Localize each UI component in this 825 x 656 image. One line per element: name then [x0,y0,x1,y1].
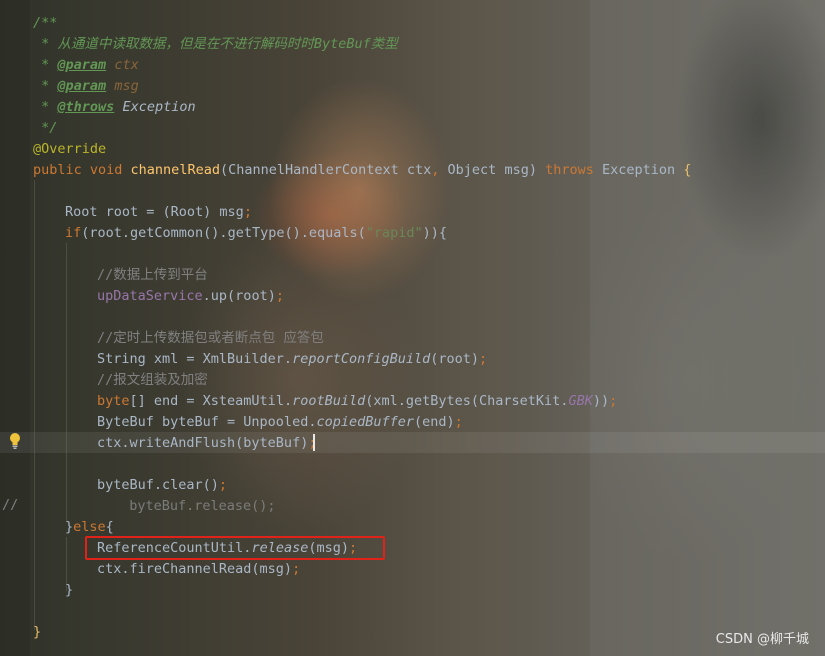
lightbulb-icon[interactable] [8,432,22,450]
code-token: ; [243,204,252,220]
indent-guide [34,180,35,630]
code-token: Exception [602,162,684,178]
code-token: GBK [568,393,593,409]
code-token: { [683,162,692,178]
code-line[interactable]: ctx.writeAndFlush(byteBuf); [97,433,316,454]
code-token: (root) [430,351,480,367]
code-token: (root.getCommon().getType().equals( [81,225,366,241]
indent-guide [66,243,67,521]
code-token: void [89,162,131,178]
code-line[interactable]: byteBuf.clear(); [97,475,227,496]
code-line[interactable]: * @param msg [33,76,139,97]
code-token: String xml = XmlBuilder. [97,351,293,367]
code-token: channelRead [130,162,220,178]
editor-background-overlay [590,0,825,656]
editor-gutter [0,0,30,656]
code-token: ; [292,561,301,577]
watermark-text: CSDN @柳千城 [715,632,809,647]
code-token: //报文组装及加密 [97,372,208,388]
code-token: } [65,519,74,535]
code-token: ByteBuf [313,36,371,52]
code-token: Root root = (Root) msg [65,204,244,220]
code-token: else [73,519,106,535]
line-comment-marker: // [2,497,19,513]
text-caret [313,434,315,451]
code-token: @throws [57,99,115,115]
code-token: reportConfigBuild [292,351,431,367]
code-token: copiedBuffer [316,414,414,430]
code-token: @param [57,57,107,73]
code-token: byte [97,393,130,409]
code-line[interactable]: upDataService.up(root); [97,286,284,307]
code-token: ; [218,477,228,493]
code-token: * [33,78,58,94]
code-token: //定时上传数据包或者断点包 应答包 [97,330,324,346]
code-editor[interactable]: /** * 从通道中读取数据，但是在不进行解码时时ByteBuf类型 * @pa… [0,0,825,656]
code-line[interactable]: ByteBuf byteBuf = Unpooled.copiedBuffer(… [97,412,463,433]
code-token: )){ [422,225,448,241]
code-line[interactable]: //数据上传到平台 [97,265,208,286]
code-token: , [431,162,448,178]
code-token: { [105,519,114,535]
code-token: //数据上传到平台 [97,267,208,283]
code-token: ; [609,393,618,409]
code-token: ctx.writeAndFlush(byteBuf) [97,435,309,451]
code-line[interactable]: * 从通道中读取数据，但是在不进行解码时时ByteBuf类型 [33,34,398,55]
code-token: * [33,57,58,73]
code-token: * [33,36,58,52]
code-token: 从通道中读取数据，但是在不进行解码时时 [57,36,314,52]
code-token: rootBuild [292,393,366,409]
code-line[interactable]: if(root.getCommon().getType().equals("ra… [65,223,447,244]
code-line[interactable]: public void channelRead(ChannelHandlerCo… [33,160,691,181]
code-token: upDataService [97,288,203,304]
code-token: .up(root) [202,288,276,304]
code-line[interactable]: */ [33,118,57,139]
code-token: throws [545,162,602,178]
code-line[interactable]: /** [33,13,57,34]
code-token: ; [454,414,463,430]
code-line[interactable]: }else{ [65,517,114,538]
code-line[interactable]: //定时上传数据包或者断点包 应答包 [97,328,324,349]
code-token: [] end = XsteamUtil. [129,393,293,409]
code-token: ; [479,351,488,367]
code-token: ctx.fireChannelRead(msg) [97,561,293,577]
code-token: public [33,162,90,178]
code-token: byteBuf.clear() [97,477,219,493]
code-line[interactable]: Root root = (Root) msg; [65,202,252,223]
code-line[interactable]: String xml = XmlBuilder.reportConfigBuil… [97,349,487,370]
code-token: /** [33,15,58,31]
code-token: "rapid" [365,225,423,241]
code-token: (xml.getBytes(CharsetKit. [365,393,569,409]
code-token: * [33,99,58,115]
code-token: ByteBuf byteBuf = Unpooled. [97,414,317,430]
code-token: (ChannelHandlerContext ctx [219,162,432,178]
highlight-annotation-box [85,536,385,560]
code-line[interactable]: * @param ctx [33,55,139,76]
code-token: ctx [114,57,139,73]
code-line[interactable]: * @throws Exception [33,97,196,118]
code-line[interactable]: byte[] end = XsteamUtil.rootBuild(xml.ge… [97,391,617,412]
code-token: 类型 [370,36,398,52]
code-line[interactable]: @Override [33,139,106,160]
code-token: )) [592,393,610,409]
code-token: @Override [33,141,107,157]
code-token: if [65,225,82,241]
code-line[interactable]: //报文组装及加密 [97,370,208,391]
indent-guide [66,537,67,591]
code-token: @param [57,78,107,94]
code-token: Object msg) [447,162,546,178]
code-token: */ [33,120,58,136]
code-line[interactable]: byteBuf.release(); [113,496,276,517]
code-token: ; [275,288,284,304]
code-token: msg [114,78,139,94]
code-token: (end) [414,414,455,430]
code-line[interactable]: ctx.fireChannelRead(msg); [97,559,300,580]
code-token: byteBuf.release(); [113,498,276,514]
code-token: Exception [122,99,196,115]
